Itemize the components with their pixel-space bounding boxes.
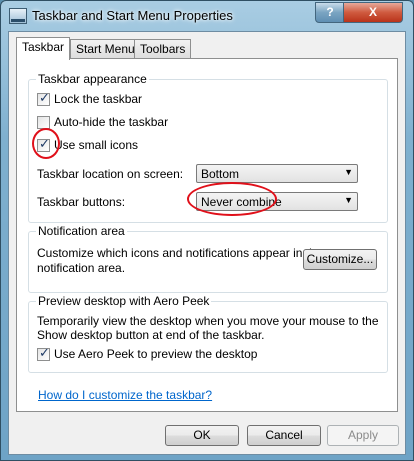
tab-toolbars[interactable]: Toolbars [134, 39, 192, 59]
cancel-button[interactable]: Cancel [247, 425, 321, 446]
autohide-taskbar-checkbox[interactable] [37, 116, 50, 129]
notification-area-group: Notification area Customize which icons … [28, 224, 388, 293]
aero-peek-group: Preview desktop with Aero Peek Temporari… [28, 294, 388, 373]
ok-button[interactable]: OK [165, 425, 239, 446]
dialog-client-area: Taskbar Start Menu Toolbars Taskbar appe… [8, 31, 406, 455]
window-title: Taskbar and Start Menu Properties [32, 8, 233, 23]
apply-button[interactable]: Apply [327, 425, 399, 446]
group-title-notification: Notification area [36, 224, 127, 238]
taskbar-properties-icon [9, 8, 27, 24]
autohide-taskbar-label: Auto-hide the taskbar [54, 115, 169, 129]
tab-start-menu[interactable]: Start Menu [70, 39, 141, 59]
properties-window: Taskbar and Start Menu Properties ? X Ta… [0, 0, 414, 461]
taskbar-location-dropdown[interactable]: Bottom ▼ [196, 164, 358, 183]
notification-description-line1: Customize which icons and notifications … [37, 246, 323, 260]
help-link[interactable]: How do I customize the taskbar? [38, 388, 212, 402]
taskbar-appearance-group: Taskbar appearance ✓ Lock the taskbar Au… [28, 72, 388, 223]
chevron-down-icon: ▼ [344, 167, 353, 177]
small-icons-checkbox[interactable]: ✓ [37, 136, 50, 152]
help-button[interactable]: ? [315, 2, 345, 23]
title-bar[interactable]: Taskbar and Start Menu Properties ? X [1, 1, 413, 31]
aero-peek-description-line2: Show desktop button at end of the taskba… [37, 328, 265, 342]
checkmark-icon: ✓ [39, 136, 50, 151]
tab-taskbar[interactable]: Taskbar [16, 37, 71, 60]
taskbar-location-value: Bottom [201, 167, 240, 181]
lock-taskbar-checkbox[interactable]: ✓ [37, 90, 50, 106]
checkmark-icon: ✓ [39, 345, 50, 360]
aero-peek-label: Use Aero Peek to preview the desktop [54, 347, 258, 361]
group-title-appearance: Taskbar appearance [36, 72, 149, 86]
chevron-down-icon: ▼ [344, 195, 353, 205]
small-icons-label: Use small icons [54, 138, 139, 152]
aero-peek-checkbox[interactable]: ✓ [37, 345, 50, 361]
taskbar-buttons-label: Taskbar buttons: [37, 195, 126, 209]
aero-peek-description-line1: Temporarily view the desktop when you mo… [37, 314, 379, 328]
taskbar-buttons-dropdown[interactable]: Never combine ▼ [196, 192, 358, 211]
lock-taskbar-label: Lock the taskbar [54, 92, 143, 106]
taskbar-location-label: Taskbar location on screen: [37, 167, 184, 181]
taskbar-tab-panel: Taskbar appearance ✓ Lock the taskbar Au… [16, 58, 398, 412]
group-title-aero-peek: Preview desktop with Aero Peek [36, 294, 212, 308]
close-button[interactable]: X [343, 2, 403, 23]
customize-button[interactable]: Customize... [303, 249, 377, 270]
checkmark-icon: ✓ [39, 90, 50, 105]
notification-description-line2: notification area. [37, 261, 126, 275]
taskbar-buttons-value: Never combine [201, 195, 282, 209]
